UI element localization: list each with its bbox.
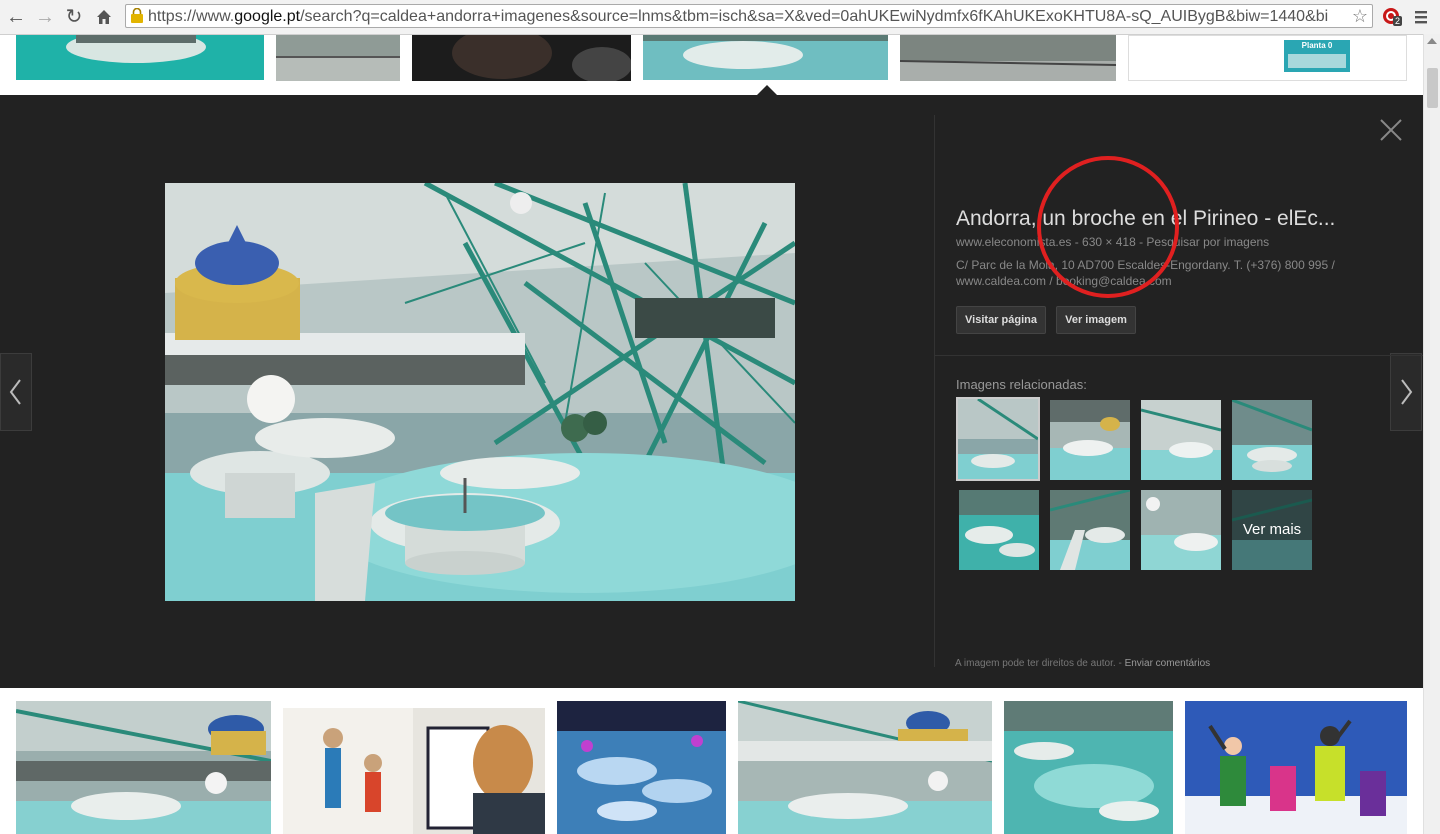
see-more-link[interactable]: Ver mais bbox=[1232, 490, 1312, 570]
related-image-thumbnail[interactable] bbox=[1141, 400, 1221, 480]
result-thumbnail[interactable] bbox=[276, 35, 400, 81]
url-prefix: https://www. bbox=[148, 8, 235, 25]
result-thumbnail[interactable] bbox=[1004, 701, 1173, 834]
related-image-thumbnail[interactable] bbox=[1232, 400, 1312, 480]
result-thumbnail[interactable] bbox=[900, 35, 1116, 81]
address-bar[interactable]: https://www.google.pt/search?q=caldea+an… bbox=[125, 4, 1373, 28]
related-image-thumbnail[interactable] bbox=[1050, 490, 1130, 570]
visit-page-button[interactable]: Visitar página bbox=[956, 306, 1046, 334]
browser-toolbar: ← → ↻ https://www.google.pt/search?q=cal… bbox=[0, 0, 1440, 35]
result-thumbnail[interactable] bbox=[557, 701, 726, 834]
page-scrollbar[interactable] bbox=[1423, 34, 1440, 834]
scroll-up-icon[interactable] bbox=[1427, 38, 1437, 44]
selected-pointer bbox=[757, 85, 777, 95]
previous-image-button[interactable] bbox=[0, 353, 32, 431]
bookmark-star-icon[interactable]: ☆ bbox=[1352, 5, 1368, 27]
extension-icon[interactable]: 2 bbox=[1382, 7, 1403, 27]
result-thumbnail[interactable] bbox=[283, 708, 545, 834]
related-image-thumbnail[interactable] bbox=[956, 397, 1040, 481]
related-images-heading: Imagens relacionadas: bbox=[956, 377, 1087, 392]
result-thumbnail[interactable] bbox=[16, 35, 264, 80]
main-preview-image[interactable] bbox=[165, 183, 795, 601]
related-image-thumbnail[interactable] bbox=[1141, 490, 1221, 570]
result-thumbnail[interactable]: Planta 0 bbox=[1128, 35, 1407, 81]
sign-text: Planta 0 bbox=[1301, 41, 1333, 50]
image-title[interactable]: Andorra, un broche en el Pirineo - elEc.… bbox=[956, 207, 1376, 231]
result-thumbnail[interactable] bbox=[738, 701, 992, 834]
image-description: C/ Parc de la Mola, 10 AD700 Escaldes-En… bbox=[956, 258, 1335, 288]
image-viewer-panel: Andorra, un broche en el Pirineo - elEc.… bbox=[0, 95, 1423, 688]
image-meta[interactable]: www.eleconomista.es - 630 × 418 - Pesqui… bbox=[956, 235, 1269, 249]
home-icon[interactable] bbox=[92, 5, 116, 29]
result-thumbnail[interactable] bbox=[643, 35, 888, 80]
lock-warning-icon[interactable] bbox=[130, 7, 144, 24]
footer-separator: - bbox=[1118, 658, 1122, 669]
sign-image: Planta 0 bbox=[1284, 40, 1350, 72]
next-image-button[interactable] bbox=[1390, 353, 1422, 431]
reload-icon[interactable]: ↻ bbox=[62, 5, 86, 29]
forward-arrow-icon[interactable]: → bbox=[33, 5, 57, 29]
result-thumbnail[interactable] bbox=[1185, 701, 1407, 834]
viewer-footer: A imagem pode ter direitos de autor. - E… bbox=[955, 658, 1210, 669]
back-arrow-icon[interactable]: ← bbox=[4, 5, 28, 29]
url-path: /search?q=caldea+andorra+imagenes&source… bbox=[300, 8, 1328, 25]
related-image-thumbnail[interactable] bbox=[1050, 400, 1130, 480]
menu-icon[interactable] bbox=[1412, 8, 1430, 26]
related-image-thumbnail[interactable] bbox=[959, 490, 1039, 570]
send-feedback-link[interactable]: Enviar comentários bbox=[1125, 658, 1211, 669]
extension-badge: 2 bbox=[1393, 16, 1403, 26]
url-host: google.pt bbox=[234, 8, 301, 25]
copyright-note: A imagem pode ter direitos de autor. bbox=[955, 658, 1116, 669]
section-divider bbox=[935, 355, 1423, 356]
panel-divider bbox=[934, 115, 935, 667]
url-text[interactable]: https://www.google.pt/search?q=caldea+an… bbox=[148, 7, 1328, 27]
close-icon[interactable] bbox=[1376, 115, 1406, 145]
scrollbar-thumb[interactable] bbox=[1427, 68, 1438, 108]
result-thumbnail[interactable] bbox=[412, 35, 631, 81]
view-image-button[interactable]: Ver imagem bbox=[1056, 306, 1136, 334]
result-thumbnail[interactable] bbox=[16, 701, 271, 834]
